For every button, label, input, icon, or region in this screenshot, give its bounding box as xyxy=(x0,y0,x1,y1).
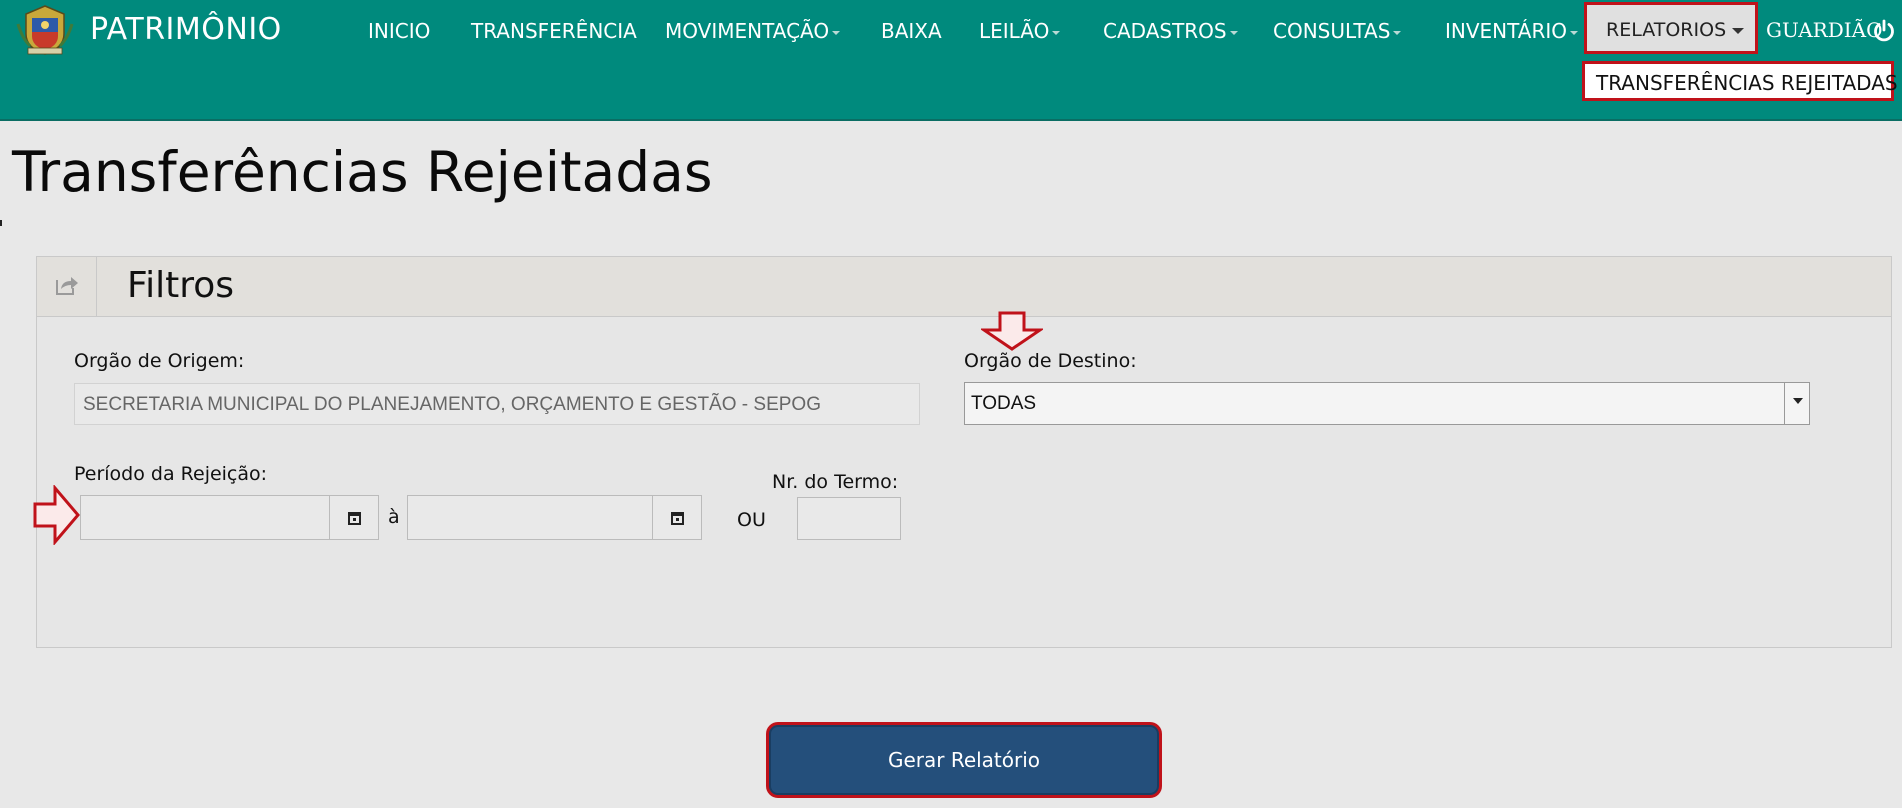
filters-panel-header: Filtros xyxy=(37,257,1891,317)
periodo-start-input[interactable] xyxy=(80,495,330,540)
nav-item-label: CADASTROS xyxy=(1103,19,1227,43)
nav-item-transferencia[interactable]: TRANSFERÊNCIA xyxy=(471,19,637,43)
gerar-relatorio-button[interactable]: Gerar Relatório xyxy=(766,722,1162,798)
nav-item-label: BAIXA xyxy=(881,19,942,43)
divider-tick xyxy=(0,220,2,226)
periodo-separator: à xyxy=(388,506,400,528)
caret-down-icon xyxy=(1732,27,1745,34)
city-coat-of-arms-logo xyxy=(16,5,74,55)
panel-toggle[interactable] xyxy=(37,257,97,316)
nav-item-label: MOVIMENTAÇÃO xyxy=(665,19,830,43)
nav-item-consultas[interactable]: CONSULTAS xyxy=(1273,19,1402,43)
chevron-down-icon[interactable] xyxy=(1784,383,1809,424)
nav-item-leilao[interactable]: LEILÃO xyxy=(979,19,1061,43)
caret-down-icon xyxy=(832,30,841,35)
panel-title: Filtros xyxy=(127,265,234,306)
nav-item-relatorios[interactable]: RELATORIOS xyxy=(1584,2,1758,54)
share-icon xyxy=(56,277,78,295)
nav-item-cadastros[interactable]: CADASTROS xyxy=(1103,19,1238,43)
nav-item-movimentacao[interactable]: MOVIMENTAÇÃO xyxy=(665,19,841,43)
caret-down-icon xyxy=(1229,30,1238,35)
orgao-destino-label: Orgão de Destino: xyxy=(964,350,1137,372)
filters-panel: Filtros Orgão de Origem: SECRETARIA MUNI… xyxy=(36,256,1892,648)
annotation-arrow-right-icon xyxy=(33,485,80,545)
nav-item-label: RELATORIOS xyxy=(1606,19,1727,41)
orgao-destino-select[interactable]: TODAS xyxy=(964,382,1810,425)
nav-item-inicio[interactable]: INICIO xyxy=(368,19,430,43)
app-title: PATRIMÔNIO xyxy=(90,12,282,47)
caret-down-icon xyxy=(1570,30,1579,35)
power-icon[interactable] xyxy=(1872,19,1896,43)
annotation-arrow-down-icon xyxy=(981,311,1043,351)
periodo-label: Período da Rejeição: xyxy=(74,463,268,485)
caret-down-icon xyxy=(1052,30,1061,35)
nr-termo-label: Nr. do Termo: xyxy=(772,471,899,493)
periodo-end-input[interactable] xyxy=(407,495,653,540)
page-title: Transferências Rejeitadas xyxy=(12,140,713,204)
orgao-origem-field: SECRETARIA MUNICIPAL DO PLANEJAMENTO, OR… xyxy=(74,383,920,425)
nav-item-baixa[interactable]: BAIXA xyxy=(881,19,942,43)
nav-item-inventario[interactable]: INVENTÁRIO xyxy=(1445,19,1579,43)
nav-item-label: LEILÃO xyxy=(979,19,1050,43)
user-name: GUARDIÃO xyxy=(1766,18,1883,42)
nav-item-label: TRANSFERÊNCIA xyxy=(471,19,637,43)
orgao-destino-value: TODAS xyxy=(971,393,1037,414)
caret-down-icon xyxy=(1393,30,1402,35)
nav-item-label: CONSULTAS xyxy=(1273,19,1391,43)
periodo-start-calendar-button[interactable] xyxy=(329,495,379,540)
nav-item-label: INVENTÁRIO xyxy=(1445,19,1568,43)
or-label: OU xyxy=(737,509,766,531)
dropdown-item-transferencias-rejeitadas[interactable]: TRANSFERÊNCIAS REJEITADAS xyxy=(1582,61,1898,101)
nr-termo-input[interactable] xyxy=(797,497,901,540)
top-navbar: PATRIMÔNIO INICIO TRANSFERÊNCIA MOVIMENT… xyxy=(0,0,1902,121)
calendar-icon xyxy=(671,512,684,525)
periodo-end-calendar-button[interactable] xyxy=(652,495,702,540)
calendar-icon xyxy=(348,512,361,525)
nav-item-label: INICIO xyxy=(368,19,431,43)
orgao-origem-label: Orgão de Origem: xyxy=(74,350,245,372)
